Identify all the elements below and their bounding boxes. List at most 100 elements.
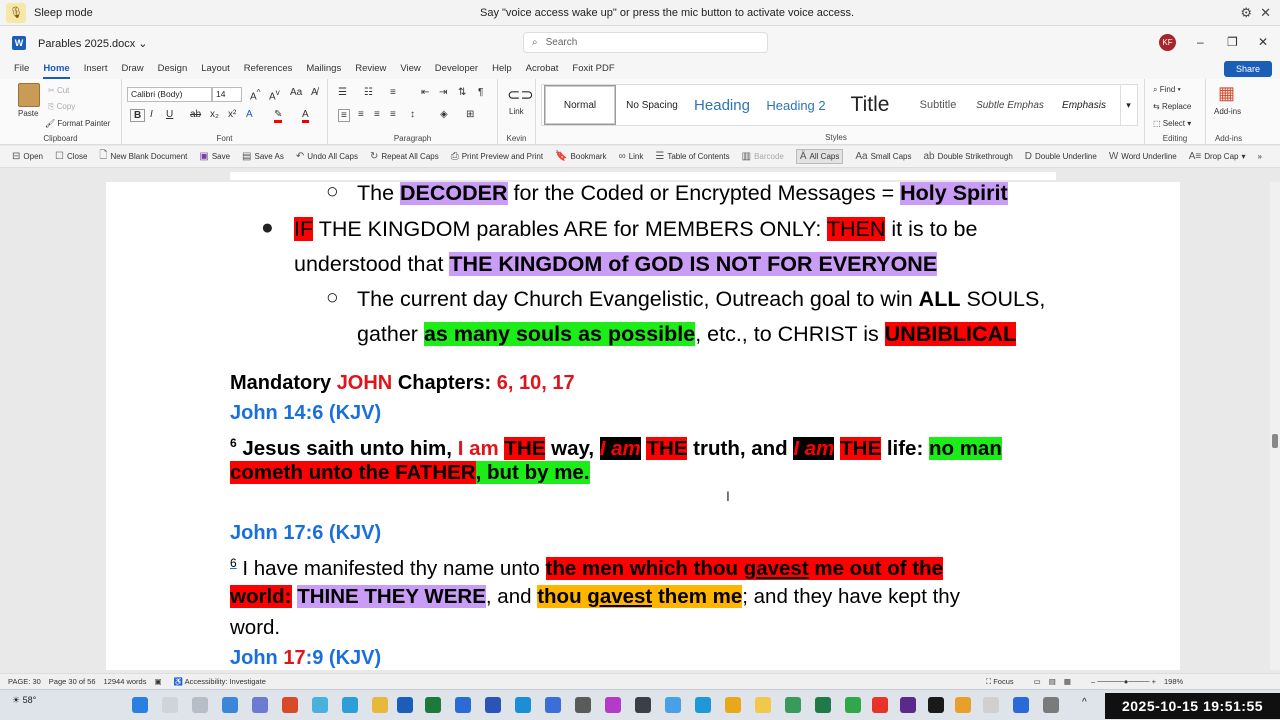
task-view-icon[interactable] xyxy=(192,697,208,713)
link-icon[interactable]: ⊂⊃ xyxy=(507,85,534,105)
doc-verse-17-6[interactable]: 6 I have manifested thy name unto the me… xyxy=(230,549,944,583)
tab-developer[interactable]: Developer xyxy=(435,60,478,79)
add-ins-button[interactable]: Add-ins xyxy=(1214,107,1241,116)
scrollbar-thumb[interactable] xyxy=(1272,434,1278,448)
app-icon-6[interactable] xyxy=(485,697,501,713)
cut-button[interactable]: ✂ Cut xyxy=(48,86,69,95)
app-icon-14[interactable] xyxy=(755,697,771,713)
app-icon-10[interactable] xyxy=(605,697,621,713)
file-explorer-icon[interactable] xyxy=(372,697,388,713)
close-icon[interactable]: ✕ xyxy=(1260,5,1271,21)
style-subtle-emphasis[interactable]: Subtle Emphas xyxy=(972,85,1048,125)
document-page[interactable]: ○ The DECODER for the Coded or Encrypted… xyxy=(106,182,1180,670)
app-icon-11[interactable] xyxy=(635,697,651,713)
doc-verse-14-6-cont[interactable]: cometh unto the FATHER, but by me. xyxy=(230,459,590,487)
app-icon-18[interactable] xyxy=(872,697,888,713)
styles-more-icon[interactable]: ▾ xyxy=(1120,85,1136,125)
replace-button[interactable]: ⇆ Replace xyxy=(1153,102,1191,111)
increase-indent-icon[interactable]: ⇥ xyxy=(439,87,447,98)
edge-icon[interactable] xyxy=(695,697,711,713)
start-icon[interactable] xyxy=(132,697,148,713)
doc-verse-14-6[interactable]: 6 Jesus saith unto him, I am THE way, I … xyxy=(230,429,1002,463)
app-icon-17[interactable] xyxy=(845,697,861,713)
qat-save[interactable]: ▣ Save xyxy=(199,151,230,162)
document-filename[interactable]: Parables 2025.docx ⌄ xyxy=(38,37,148,50)
weather-widget[interactable]: ☀ 58° xyxy=(12,695,36,706)
tab-mailings[interactable]: Mailings xyxy=(306,60,341,79)
app-icon-7[interactable] xyxy=(515,697,531,713)
app-icon-16[interactable] xyxy=(815,697,831,713)
line-spacing-icon[interactable]: ↕ xyxy=(410,109,415,120)
qat-bookmark[interactable]: 🔖 Bookmark xyxy=(555,151,606,162)
align-center-icon[interactable]: ≡ xyxy=(358,109,364,120)
tab-layout[interactable]: Layout xyxy=(201,60,230,79)
underline-button[interactable]: U xyxy=(166,109,173,120)
proofing-icon[interactable]: ▣ xyxy=(154,677,161,686)
app-icon-15[interactable] xyxy=(785,697,801,713)
tab-file[interactable]: File xyxy=(14,60,29,79)
gear-icon[interactable]: ⚙ xyxy=(1240,5,1252,21)
qat-all-caps[interactable]: Ä All Caps xyxy=(795,149,844,164)
format-painter-button[interactable]: 🖌 Format Painter xyxy=(45,119,110,128)
microphone-icon[interactable]: 🎙 xyxy=(6,2,26,23)
tab-view[interactable]: View xyxy=(400,60,420,79)
doc-mandatory-heading[interactable]: Mandatory JOHN Chapters: 6, 10, 17 xyxy=(230,369,575,397)
doc-ref-john-17-9[interactable]: John 17:9 (KJV) xyxy=(230,644,381,670)
doc-line-kingdom[interactable]: IF THE KINGDOM parables ARE for MEMBERS … xyxy=(294,215,977,243)
doc-line-understood[interactable]: understood that THE KINGDOM of GOD IS NO… xyxy=(294,250,938,278)
highlight-color-icon[interactable]: ✎ xyxy=(274,109,283,123)
qat-save-as[interactable]: ▤ Save As xyxy=(242,151,284,162)
paste-icon[interactable] xyxy=(18,83,40,107)
qat-drop-cap[interactable]: A≡ Drop Cap ▾ xyxy=(1189,151,1246,162)
style-heading[interactable]: Heading xyxy=(688,85,756,125)
app-icon-13[interactable] xyxy=(725,697,741,713)
font-color-icon[interactable]: A xyxy=(302,109,309,123)
status-page[interactable]: PAGE: 30 xyxy=(8,677,41,686)
doc-ref-john-17-6[interactable]: John 17:6 (KJV) xyxy=(230,519,381,547)
status-focus[interactable]: ⛶ Focus xyxy=(986,677,1014,687)
app-icon-9[interactable] xyxy=(575,697,591,713)
tray-chevron-icon[interactable]: ^ xyxy=(1082,697,1087,708)
bold-button[interactable]: B xyxy=(130,109,146,122)
minimize-icon[interactable]: – xyxy=(1197,35,1204,49)
doc-line-evangelistic[interactable]: The current day Church Evangelistic, Out… xyxy=(357,285,1045,313)
qat-undo[interactable]: ↶ Undo All Caps xyxy=(296,151,358,162)
style-emphasis[interactable]: Emphasis xyxy=(1050,85,1118,125)
style-no-spacing[interactable]: No Spacing xyxy=(618,85,686,125)
borders-icon[interactable]: ⊞ xyxy=(466,109,474,120)
copy-button[interactable]: ⎘ Copy xyxy=(48,102,75,112)
tab-design[interactable]: Design xyxy=(158,60,188,79)
search-taskbar-icon[interactable] xyxy=(162,697,178,713)
qat-double-strikethrough[interactable]: ab Double Strikethrough xyxy=(923,151,1012,162)
tab-draw[interactable]: Draw xyxy=(121,60,143,79)
print-layout-icon[interactable]: ▤ xyxy=(1049,677,1056,686)
search-box[interactable]: ⌕ Search xyxy=(523,32,768,53)
font-size-select[interactable]: 14 xyxy=(212,87,242,102)
status-page-of[interactable]: Page 30 of 56 xyxy=(49,677,96,686)
app-icon-5[interactable] xyxy=(455,697,471,713)
zoom-slider[interactable]: – ─────●──── + xyxy=(1091,677,1156,686)
status-words[interactable]: 12944 words xyxy=(104,677,147,686)
app-icon-2[interactable] xyxy=(282,697,298,713)
sort-icon[interactable]: ⇅ xyxy=(458,87,466,98)
justify-icon[interactable]: ≡ xyxy=(390,109,396,120)
text-effects-icon[interactable]: A xyxy=(246,109,253,120)
doc-verse-17-6-cont[interactable]: world: THINE THEY WERE, and thou gavest … xyxy=(230,583,960,611)
status-zoom[interactable]: 198% xyxy=(1164,677,1183,686)
maximize-icon[interactable]: ❐ xyxy=(1227,35,1238,49)
doc-ref-john-14-6[interactable]: John 14:6 (KJV) xyxy=(230,399,381,427)
app-icon-8[interactable] xyxy=(545,697,561,713)
style-subtitle[interactable]: Subtitle xyxy=(906,85,970,125)
link-button[interactable]: Link xyxy=(509,107,524,116)
tab-acrobat[interactable]: Acrobat xyxy=(526,60,559,79)
numbering-icon[interactable]: ☷ xyxy=(364,87,373,98)
app-icon-4[interactable] xyxy=(342,697,358,713)
qat-small-caps[interactable]: Aa Small Caps xyxy=(855,151,911,162)
doc-line-gather[interactable]: gather as many souls as possible, etc., … xyxy=(357,320,1017,348)
app-icon-3[interactable] xyxy=(312,697,328,713)
qat-print-preview[interactable]: ⎙ Print Preview and Print xyxy=(451,151,543,162)
tab-insert[interactable]: Insert xyxy=(84,60,108,79)
decrease-indent-icon[interactable]: ⇤ xyxy=(421,87,429,98)
style-normal[interactable]: Normal xyxy=(544,85,616,125)
share-button[interactable]: Share xyxy=(1224,61,1272,77)
